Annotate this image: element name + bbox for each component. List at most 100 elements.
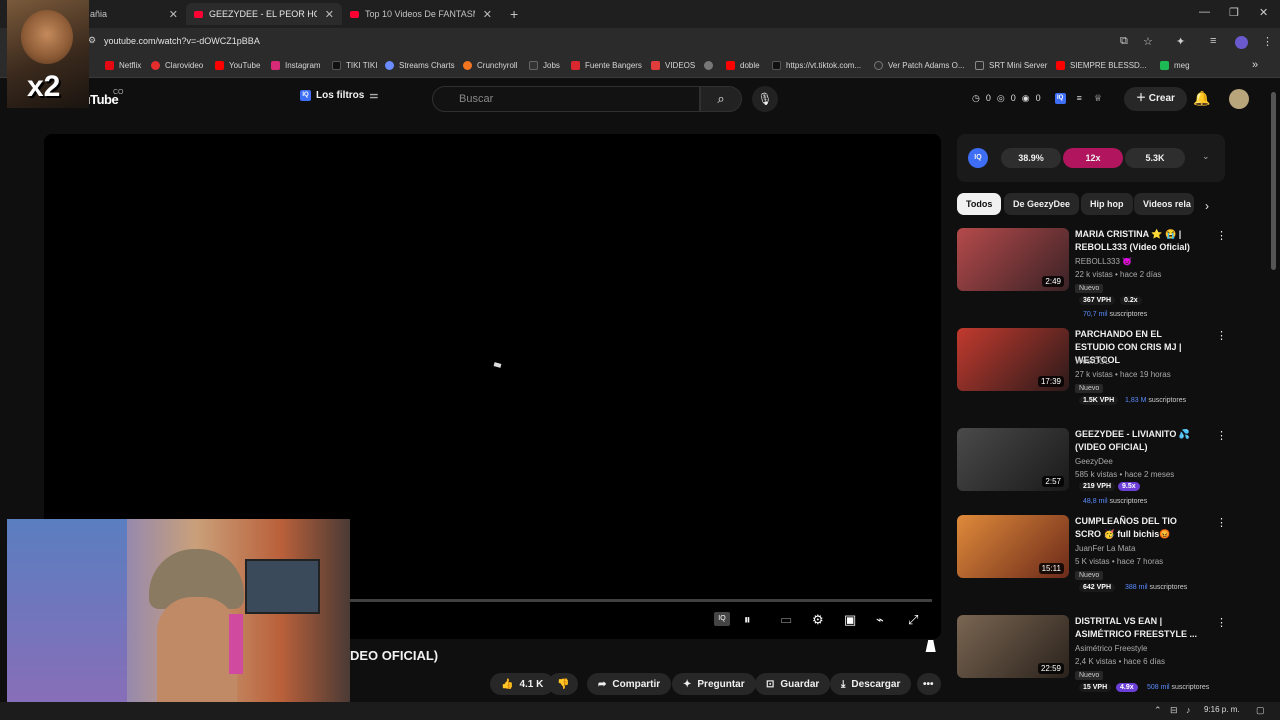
like-button[interactable]: 👍 4.1 K: [490, 673, 555, 695]
trophy-icon[interactable]: ♕: [1094, 93, 1102, 104]
bookmark-instagram[interactable]: Instagram: [271, 61, 321, 70]
video-thumbnail[interactable]: 2:49: [957, 228, 1069, 291]
channel-name[interactable]: REBOLL333 😈: [1075, 257, 1132, 266]
settings-gear-icon[interactable]: ⚙: [812, 612, 824, 628]
chip-hip-hop[interactable]: Hip hop: [1081, 193, 1133, 215]
subtitles-icon[interactable]: ▭: [780, 612, 792, 628]
recommendation-item[interactable]: 17:39 PARCHANDO EN EL ESTUDIO CON CRIS M…: [957, 328, 1227, 418]
channel-name[interactable]: JuanFer La Mata: [1075, 544, 1135, 553]
url-field[interactable]: youtube.com/watch?v=-dOWCZ1pBBA: [104, 36, 260, 46]
bookmark-siempre-blessd[interactable]: SIEMPRE BLESSD...: [1056, 61, 1146, 70]
more-vertical-icon[interactable]: ⋮: [1216, 229, 1227, 242]
channel-name[interactable]: GeezyDee: [1075, 457, 1113, 466]
subscriber-number: 508 mil: [1147, 684, 1170, 691]
bookmark-doble[interactable]: doble: [726, 61, 760, 70]
iq-extension-icon[interactable]: IQ: [1054, 93, 1066, 104]
recommendation-item[interactable]: 2:49 MARIA CRISTINA ⭐ 😭 | REBOLL333 (Vid…: [957, 228, 1227, 323]
browser-tab-active[interactable]: GEEZYDEE - EL PEOR HOMBRE ✕: [186, 3, 342, 25]
media-icon[interactable]: ≡: [1210, 35, 1216, 47]
page-scrollbar[interactable]: [1271, 92, 1276, 270]
more-menu-icon[interactable]: ⋮: [1262, 35, 1273, 48]
autoplay-toggle-icon[interactable]: ⏸: [744, 612, 751, 628]
bookmark-fuente-bangers[interactable]: Fuente Bangers: [571, 61, 642, 70]
close-tab-icon[interactable]: ✕: [325, 8, 334, 21]
create-button[interactable]: ＋ Crear: [1124, 87, 1187, 111]
notifications-bell-icon[interactable]: 🔔: [1193, 90, 1210, 107]
more-actions-button[interactable]: •••: [917, 673, 941, 695]
webcam-microphone: [229, 614, 243, 674]
taskbar-clock[interactable]: 9:16 p. m.: [1204, 705, 1240, 714]
iq-player-icon[interactable]: IQ: [714, 612, 730, 626]
browser-tab[interactable]: añia ✕: [82, 3, 186, 25]
recommendation-title[interactable]: MARIA CRISTINA ⭐ 😭 | REBOLL333 (Video Of…: [1075, 228, 1203, 254]
recommendation-item[interactable]: 22:59 DISTRITAL VS EAN | ASIMÉTRICO FREE…: [957, 615, 1227, 695]
fullscreen-icon[interactable]: ⤢: [908, 612, 918, 628]
share-button[interactable]: ➦ Compartir: [587, 673, 672, 695]
bookmark-tiki-tiki[interactable]: TIKI TIKI: [332, 61, 377, 70]
filters-button[interactable]: IQ Los filtros ⚌: [300, 90, 378, 101]
restore-icon[interactable]: ❐: [1229, 6, 1239, 19]
download-button[interactable]: ⤓ Descargar: [830, 673, 912, 695]
new-tab-button[interactable]: +: [502, 3, 524, 25]
bookmark-streams-charts[interactable]: Streams Charts: [385, 61, 455, 70]
ask-button[interactable]: ✦ Preguntar: [672, 673, 756, 695]
site-info-icon[interactable]: ⚙: [88, 35, 96, 46]
cast-icon[interactable]: ⌁: [876, 612, 884, 628]
install-app-icon[interactable]: ⧉: [1120, 35, 1128, 48]
bookmark-srt-mini-server[interactable]: SRT Mini Server: [975, 61, 1047, 70]
account-avatar[interactable]: [1229, 89, 1249, 109]
dislike-button[interactable]: 👎: [548, 673, 578, 695]
bookmark-tiktok-link[interactable]: https://vt.tiktok.com...: [772, 61, 861, 70]
bookmark-clarovideo[interactable]: Clarovideo: [151, 61, 203, 70]
bookmarks-overflow-icon[interactable]: »: [1252, 59, 1258, 71]
recommendation-item[interactable]: 2:57 GEEZYDEE - LIVIANITO 💦 (VIDEO OFICI…: [957, 428, 1227, 510]
miniplayer-icon[interactable]: ▣: [844, 612, 856, 628]
recommendation-title[interactable]: DISTRITAL VS EAN | ASIMÉTRICO FREESTYLE …: [1075, 615, 1203, 641]
video-meta: 5 K vistas • hace 7 horas: [1075, 557, 1164, 566]
save-button[interactable]: ⊡ Guardar: [755, 673, 831, 695]
more-vertical-icon[interactable]: ⋮: [1216, 616, 1227, 629]
tray-chevron-icon[interactable]: ⌃: [1154, 705, 1162, 716]
chip-todos[interactable]: Todos: [957, 193, 1002, 215]
recommendation-title[interactable]: GEEZYDEE - LIVIANITO 💦 (VIDEO OFICIAL): [1075, 428, 1203, 454]
bookmark-youtube[interactable]: YouTube: [215, 61, 260, 70]
bookmark-globe[interactable]: [704, 61, 718, 70]
chevron-down-icon[interactable]: ⌄: [1202, 151, 1210, 162]
search-input[interactable]: Buscar: [432, 86, 700, 112]
voice-search-button[interactable]: 🎙: [752, 86, 778, 112]
list-icon[interactable]: ≡: [1077, 93, 1082, 104]
more-vertical-icon[interactable]: ⋮: [1216, 516, 1227, 529]
more-vertical-icon[interactable]: ⋮: [1216, 329, 1227, 342]
recommendation-title[interactable]: CUMPLEAÑOS DEL TIO SCRO 🥳 full bichis😡: [1075, 515, 1203, 541]
close-tab-icon[interactable]: ✕: [483, 8, 492, 21]
bookmark-meg[interactable]: meg: [1160, 61, 1190, 70]
video-thumbnail[interactable]: 17:39: [957, 328, 1069, 391]
video-thumbnail[interactable]: 2:57: [957, 428, 1069, 491]
bookmark-jobs[interactable]: Jobs: [529, 61, 560, 70]
download-label: Descargar: [851, 678, 901, 690]
extensions-icon[interactable]: ✦: [1176, 35, 1185, 48]
search-button[interactable]: ⌕: [700, 86, 742, 112]
browser-tab[interactable]: Top 10 Videos De FANTASMAS ✕: [342, 3, 500, 25]
profile-avatar-icon[interactable]: [1235, 36, 1248, 49]
close-window-icon[interactable]: ✕: [1259, 6, 1268, 19]
bookmark-star-icon[interactable]: ☆: [1143, 35, 1153, 48]
bookmark-videos[interactable]: VIDEOS: [651, 61, 695, 70]
bookmark-patch-adams[interactable]: Ver Patch Adams O...: [874, 61, 964, 70]
notification-center-icon[interactable]: ▢: [1256, 705, 1265, 716]
volume-icon[interactable]: ♪: [1186, 705, 1191, 715]
minimize-icon[interactable]: —: [1199, 6, 1210, 18]
chip-de-geezydee[interactable]: De GeezyDee: [1004, 193, 1080, 215]
video-thumbnail[interactable]: 22:59: [957, 615, 1069, 678]
recommendation-item[interactable]: 15:11 CUMPLEAÑOS DEL TIO SCRO 🥳 full bic…: [957, 515, 1227, 595]
network-icon[interactable]: ⊟: [1170, 705, 1178, 716]
bookmark-crunchyroll[interactable]: Crunchyroll: [463, 61, 517, 70]
chip-videos-relacionados[interactable]: Videos rela: [1134, 193, 1194, 215]
chevron-right-icon[interactable]: ›: [1205, 199, 1209, 213]
channel-name[interactable]: Asimétrico Freestyle: [1075, 644, 1147, 653]
more-vertical-icon[interactable]: ⋮: [1216, 429, 1227, 442]
channel-name[interactable]: WestCOL: [1075, 357, 1110, 366]
bookmark-netflix[interactable]: Netflix: [105, 61, 141, 70]
close-tab-icon[interactable]: ✕: [169, 8, 178, 21]
video-thumbnail[interactable]: 15:11: [957, 515, 1069, 578]
